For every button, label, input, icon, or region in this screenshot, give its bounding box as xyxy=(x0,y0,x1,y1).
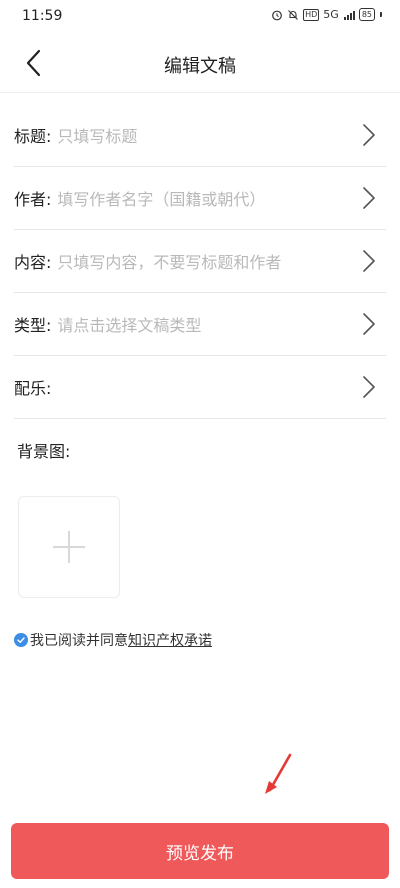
title-label: 标题: xyxy=(14,126,52,146)
background-label: 背景图: xyxy=(17,442,71,461)
network-label: 5G xyxy=(323,8,339,21)
battery-level: 85 xyxy=(361,10,372,19)
type-placeholder: 请点击选择文稿类型 xyxy=(57,315,202,335)
content-row[interactable]: 内容: 只填写内容，不要写标题和作者 xyxy=(14,229,386,293)
title-row[interactable]: 标题: 只填写标题 xyxy=(14,103,386,167)
music-label: 配乐: xyxy=(14,378,52,398)
author-placeholder: 填写作者名字（国籍或朝代） xyxy=(57,189,266,209)
hd-badge: HD xyxy=(303,8,320,21)
signal-icon xyxy=(343,10,355,20)
chevron-right-icon xyxy=(363,187,375,209)
status-icons: HD 5G 85 xyxy=(271,8,382,21)
author-label: 作者: xyxy=(14,189,52,209)
type-label: 类型: xyxy=(14,315,52,335)
title-placeholder: 只填写标题 xyxy=(57,126,138,146)
agreement: 我已阅读并同意 知识产权承诺 xyxy=(14,630,212,650)
page-title: 编辑文稿 xyxy=(164,56,236,77)
agreement-text: 我已阅读并同意 xyxy=(30,633,128,649)
nav-bar: 编辑文稿 xyxy=(0,34,400,93)
mute-bell-icon xyxy=(288,9,298,20)
chevron-right-icon xyxy=(363,313,375,335)
add-background-button[interactable] xyxy=(18,496,120,598)
plus-icon xyxy=(53,531,85,563)
status-bar: 11:59 HD 5G 85 xyxy=(0,0,400,34)
checkbox-checked-icon[interactable] xyxy=(14,633,28,647)
preview-publish-button[interactable]: 预览发布 xyxy=(11,823,389,879)
battery-icon: 85 xyxy=(358,8,375,21)
content-placeholder: 只填写内容，不要写标题和作者 xyxy=(57,252,282,272)
chevron-right-icon xyxy=(363,124,375,146)
annotation-arrow-icon xyxy=(265,753,292,794)
status-time: 11:59 xyxy=(22,8,63,24)
chevron-right-icon xyxy=(363,376,375,398)
music-row[interactable]: 配乐: xyxy=(14,355,386,419)
alarm-icon xyxy=(272,10,282,20)
ip-commitment-link[interactable]: 知识产权承诺 xyxy=(128,630,212,650)
author-row[interactable]: 作者: 填写作者名字（国籍或朝代） xyxy=(14,166,386,230)
chevron-right-icon xyxy=(363,250,375,272)
content-label: 内容: xyxy=(14,252,52,272)
battery-tip xyxy=(380,12,382,17)
type-row[interactable]: 类型: 请点击选择文稿类型 xyxy=(14,292,386,356)
